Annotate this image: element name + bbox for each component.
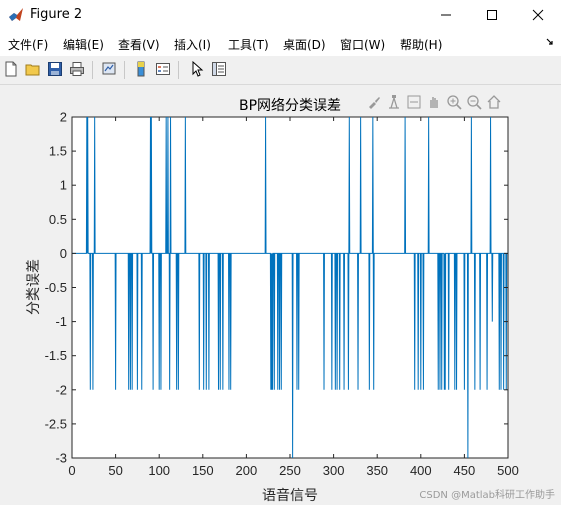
figure-toolbar — [0, 56, 561, 85]
x-tick-label: 0 — [68, 463, 75, 478]
zoom-in-icon — [447, 95, 462, 110]
y-tick-label: 1 — [60, 178, 67, 193]
open-file-icon — [25, 64, 40, 76]
property-inspector-button[interactable] — [210, 60, 228, 78]
print-button[interactable] — [68, 60, 86, 78]
menu-tools[interactable]: 工具(T) — [228, 36, 269, 53]
edit-plot-icon — [192, 61, 204, 77]
y-tick-label: -1 — [55, 314, 67, 329]
toolbar-separator — [92, 61, 93, 79]
axes-toolbar — [366, 94, 502, 110]
menu-overflow-arrow-icon[interactable] — [545, 36, 555, 46]
insert-colorbar-button[interactable] — [132, 60, 150, 78]
rotate-icon — [407, 95, 421, 109]
new-figure-icon — [5, 61, 17, 77]
x-tick-label: 400 — [410, 463, 432, 478]
close-button[interactable] — [515, 0, 561, 30]
x-tick-label: 300 — [323, 463, 345, 478]
link-plot-button[interactable] — [100, 60, 118, 78]
y-tick-label: 0 — [60, 246, 67, 261]
menu-file[interactable]: 文件(F) — [8, 36, 48, 53]
maximize-icon — [487, 10, 497, 20]
y-tick-label: -0.5 — [45, 280, 67, 295]
pan-icon — [430, 97, 438, 108]
save-icon — [48, 62, 62, 76]
insert-legend-button[interactable] — [154, 60, 172, 78]
y-tick-label: -1.5 — [45, 348, 67, 363]
y-tick-label: -2 — [55, 382, 67, 397]
x-tick-label: 350 — [366, 463, 388, 478]
chart-title: BP网络分类误差 — [239, 98, 341, 114]
y-tick-label: -3 — [55, 451, 67, 466]
toolbar-separator — [124, 61, 125, 79]
minimize-icon — [441, 14, 451, 16]
home-button[interactable] — [486, 94, 502, 110]
window-title-bar: Figure 2 — [0, 0, 561, 30]
link-plot-icon — [102, 62, 116, 75]
y-tick-label: -2.5 — [45, 416, 67, 431]
rotate-button[interactable] — [406, 94, 422, 110]
insert-colorbar-icon — [137, 61, 145, 77]
data-tips-icon — [389, 95, 399, 109]
menu-bar: 文件(F) 编辑(E) 查看(V) 插入(I) 工具(T) 桌面(D) 窗口(W… — [0, 30, 561, 56]
edit-plot-button[interactable] — [188, 60, 206, 78]
open-file-button[interactable] — [24, 60, 42, 78]
menu-desktop[interactable]: 桌面(D) — [283, 36, 326, 53]
zoom-out-icon — [467, 95, 482, 110]
watermark: CSDN @Matlab科研工作助手 — [419, 490, 555, 501]
save-button[interactable] — [46, 60, 64, 78]
line-chart: 0 50 100 150 200 250 300 350 400 450 500 -3 -2.5 -2 -… — [26, 98, 519, 504]
y-axis-label: 分类误差 — [26, 259, 42, 315]
brush-icon — [369, 97, 380, 109]
figure-canvas: 0 50 100 150 200 250 300 350 400 450 500 -3 -2.5 -2 -… — [0, 85, 561, 505]
close-icon — [532, 9, 544, 21]
y-tick-label: 2 — [60, 110, 67, 125]
menu-help[interactable]: 帮助(H) — [400, 36, 442, 53]
property-inspector-icon — [212, 62, 226, 76]
data-tips-button[interactable] — [386, 94, 402, 110]
x-axis-label: 语音信号 — [262, 487, 318, 504]
minimize-button[interactable] — [423, 0, 469, 30]
window-title: Figure 2 — [30, 7, 83, 22]
insert-legend-icon — [156, 63, 170, 75]
home-icon — [487, 95, 501, 109]
zoom-in-button[interactable] — [446, 94, 462, 110]
matlab-logo-icon — [9, 8, 23, 21]
x-tick-label: 500 — [497, 463, 519, 478]
x-tick-label: 100 — [148, 463, 170, 478]
brush-button[interactable] — [366, 94, 382, 110]
y-tick-label: 0.5 — [49, 212, 67, 227]
y-tick-label: 1.5 — [49, 144, 67, 159]
print-icon — [70, 62, 84, 76]
zoom-out-button[interactable] — [466, 94, 482, 110]
x-tick-label: 450 — [454, 463, 476, 478]
maximize-button[interactable] — [469, 0, 515, 30]
toolbar-separator — [178, 61, 179, 79]
x-tick-label: 150 — [192, 463, 214, 478]
x-tick-label: 250 — [279, 463, 301, 478]
menu-insert[interactable]: 插入(I) — [174, 36, 211, 53]
x-tick-label: 50 — [108, 463, 122, 478]
menu-view[interactable]: 查看(V) — [118, 36, 160, 53]
x-tick-label: 200 — [236, 463, 258, 478]
pan-button[interactable] — [426, 94, 442, 110]
menu-window[interactable]: 窗口(W) — [340, 36, 385, 53]
menu-edit[interactable]: 编辑(E) — [63, 36, 104, 53]
new-figure-button[interactable] — [2, 60, 20, 78]
